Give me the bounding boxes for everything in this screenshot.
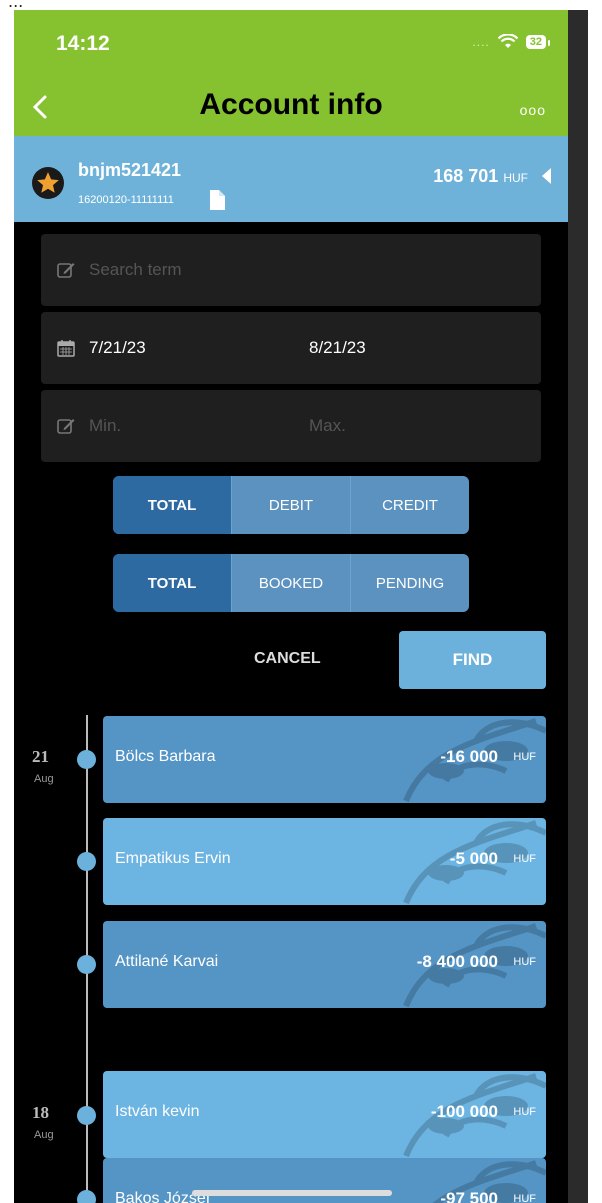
- battery-icon: 32: [525, 35, 551, 49]
- transaction-amount: -16 000: [440, 747, 498, 766]
- more-options-icon[interactable]: ooo: [520, 102, 546, 118]
- edit-icon: [57, 419, 75, 434]
- timeline-dot: [77, 852, 96, 871]
- transaction-row[interactable]: Attilané Karvai -8 400 000 HUF: [103, 921, 546, 1008]
- caret-left-icon[interactable]: [540, 167, 552, 185]
- find-button[interactable]: FIND: [399, 631, 546, 689]
- transaction-currency: HUF: [513, 1193, 536, 1203]
- wifi-icon: [497, 34, 518, 48]
- account-card[interactable]: bnjm521421 16200120-11111111 168 701 HUF: [14, 136, 568, 222]
- amount-range-field[interactable]: Min. Max.: [41, 390, 541, 462]
- search-field[interactable]: Search term: [41, 234, 541, 306]
- min-amount-input[interactable]: Min.: [89, 416, 121, 436]
- timeline-dot: [77, 955, 96, 974]
- date-to[interactable]: 8/21/23: [309, 338, 366, 358]
- transaction-amount: -5 000: [449, 849, 498, 868]
- account-balance: 168 701 HUF: [433, 166, 528, 187]
- account-name: bnjm521421: [78, 160, 182, 180]
- calendar-icon: [57, 340, 75, 357]
- max-amount-input[interactable]: Max.: [309, 416, 346, 436]
- segment-pending[interactable]: PENDING: [350, 554, 469, 612]
- date-from[interactable]: 7/21/23: [89, 338, 146, 358]
- edit-icon: [57, 263, 75, 278]
- timeline-dot: [77, 1106, 96, 1125]
- cancel-button[interactable]: CANCEL: [254, 650, 321, 668]
- left-margin: [0, 10, 14, 1203]
- transaction-currency: HUF: [513, 751, 536, 763]
- transaction-amount: -100 000: [430, 1102, 498, 1121]
- home-indicator[interactable]: [192, 1190, 392, 1196]
- status-time: 14:12: [56, 32, 110, 55]
- transaction-row[interactable]: Bölcs Barbara -16 000 HUF: [103, 716, 546, 803]
- group-day: 21: [32, 747, 49, 766]
- transaction-name: István kevin: [115, 1103, 200, 1120]
- transaction-currency: HUF: [513, 1106, 536, 1118]
- status-segmented-control: TOTAL BOOKED PENDING: [113, 554, 469, 612]
- right-margin: [588, 10, 602, 1203]
- account-number: 16200120-11111111: [78, 194, 174, 206]
- timeline-dot: [77, 750, 96, 769]
- transaction-amount: -8 400 000: [416, 952, 498, 971]
- segment-credit[interactable]: CREDIT: [350, 476, 469, 534]
- date-range-field[interactable]: 7/21/23 8/21/23: [41, 312, 541, 384]
- segment-booked[interactable]: BOOKED: [231, 554, 350, 612]
- status-icons: .... 32: [472, 34, 551, 50]
- app-header: 14:12 .... 32 Account info ooo: [14, 10, 568, 136]
- segment-debit[interactable]: DEBIT: [231, 476, 350, 534]
- transaction-currency: HUF: [513, 853, 536, 865]
- transaction-name: Empatikus Ervin: [115, 850, 231, 867]
- transaction-amount: -97 500: [440, 1189, 498, 1203]
- segment-total[interactable]: TOTAL: [113, 476, 231, 534]
- balance-currency: HUF: [503, 171, 528, 185]
- type-segmented-control: TOTAL DEBIT CREDIT: [113, 476, 469, 534]
- phone-screen: 14:12 .... 32 Account info ooo bnjm52142…: [14, 10, 568, 1203]
- transaction-row[interactable]: Bakos József -97 500 HUF: [103, 1158, 546, 1203]
- group-month: Aug: [34, 773, 54, 785]
- transaction-currency: HUF: [513, 956, 536, 968]
- side-strip: [568, 10, 588, 1203]
- transaction-row[interactable]: István kevin -100 000 HUF: [103, 1071, 546, 1158]
- group-day: 18: [32, 1103, 49, 1122]
- group-month: Aug: [34, 1129, 54, 1141]
- transaction-name: Attilané Karvai: [115, 953, 219, 970]
- segment-total[interactable]: TOTAL: [113, 554, 231, 612]
- timeline-dot: [77, 1190, 96, 1203]
- search-placeholder: Search term: [89, 260, 182, 279]
- signal-icon: ....: [472, 35, 490, 49]
- page-title: Account info: [199, 88, 383, 121]
- balance-amount: 168 701: [433, 166, 499, 186]
- copy-icon[interactable]: [207, 188, 229, 212]
- transaction-row[interactable]: Empatikus Ervin -5 000 HUF: [103, 818, 546, 905]
- transaction-name: Bölcs Barbara: [115, 748, 216, 765]
- favorite-star-icon[interactable]: [32, 167, 64, 199]
